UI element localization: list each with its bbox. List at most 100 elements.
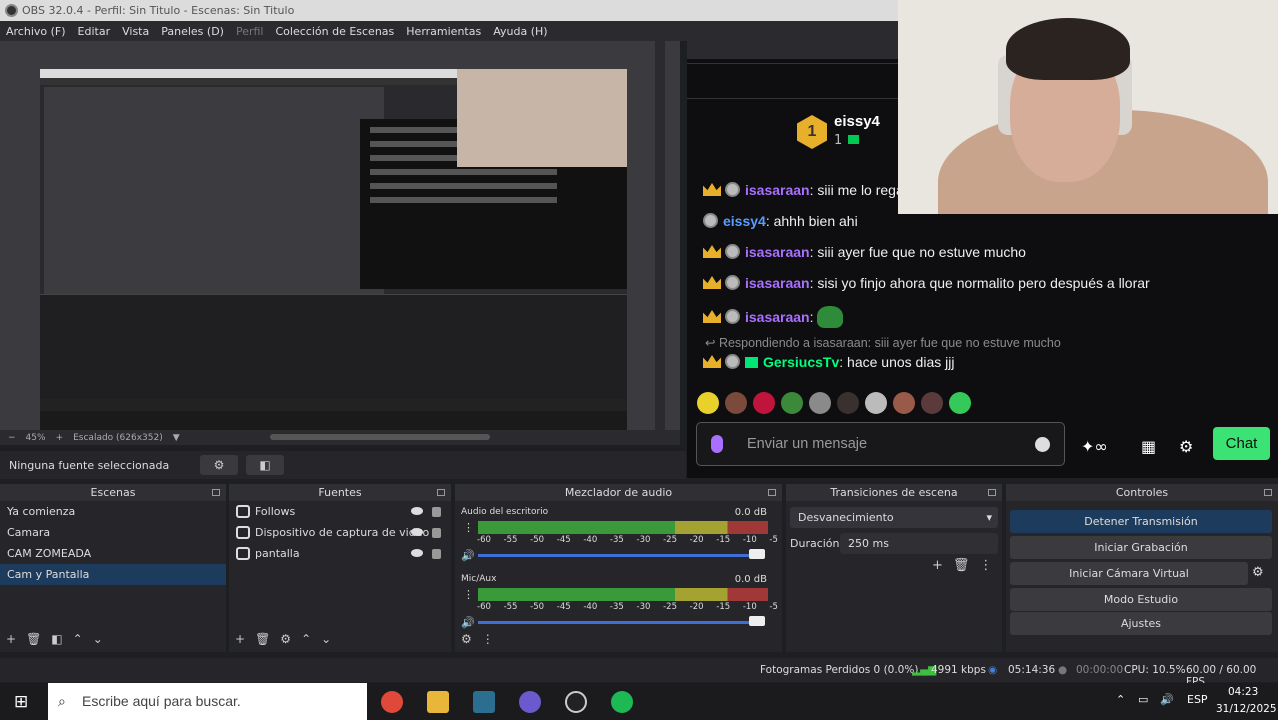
dock-popout-icon[interactable]: [212, 489, 220, 496]
advanced-audio-gear-icon[interactable]: ⚙: [461, 632, 472, 646]
emote-icon[interactable]: [725, 392, 747, 414]
source-item[interactable]: Dispositivo de captura de video: [229, 522, 451, 543]
chat-message[interactable]: isasaraan: siii me lo rega: [703, 182, 904, 198]
tray-chevron-icon[interactable]: ⌃: [1116, 693, 1125, 706]
source-filters-icon[interactable]: ◧: [246, 455, 284, 475]
move-up-icon[interactable]: ⌃: [73, 632, 83, 646]
menu-paneles[interactable]: Paneles (D): [161, 25, 224, 38]
transition-menu-icon[interactable]: ⋮: [979, 558, 992, 573]
reply-context[interactable]: ↩ Respondiendo a isasaraan: siii ayer fu…: [705, 335, 1061, 350]
network-icon[interactable]: ▭: [1138, 693, 1148, 706]
emoji-picker-icon[interactable]: [1035, 437, 1050, 452]
move-down-icon[interactable]: ⌄: [93, 632, 103, 646]
visibility-eye-icon[interactable]: [411, 549, 423, 557]
emote-icon[interactable]: [809, 392, 831, 414]
speaker-icon[interactable]: 🔊: [461, 549, 475, 562]
scene-item[interactable]: Camara: [0, 522, 226, 543]
add-source-icon[interactable]: +: [235, 632, 245, 646]
visibility-eye-icon[interactable]: [411, 507, 423, 515]
source-item[interactable]: Follows: [229, 501, 451, 522]
dock-popout-icon[interactable]: [437, 489, 445, 496]
scene-item[interactable]: Ya comienza: [0, 501, 226, 522]
chat-message[interactable]: GersiucsTv: hace unos dias jjj: [703, 354, 954, 370]
chat-settings-gear-icon[interactable]: ⚙: [1179, 437, 1193, 456]
scale-dropdown-icon[interactable]: ▼: [173, 433, 180, 443]
virtual-camera-gear-icon[interactable]: ⚙: [1252, 565, 1264, 580]
bits-icon[interactable]: ✦∞: [1081, 437, 1108, 456]
track-menu-icon[interactable]: ⋮: [463, 521, 474, 534]
volume-icon[interactable]: 🔊: [1160, 693, 1174, 706]
mixer-menu-icon[interactable]: ⋮: [482, 632, 494, 646]
add-scene-icon[interactable]: +: [6, 632, 16, 646]
emote-icon[interactable]: [865, 392, 887, 414]
chat-message[interactable]: eissy4: ahhh bien ahi: [703, 213, 858, 229]
transition-select[interactable]: Desvanecimiento ▾: [790, 507, 998, 528]
chat-send-button[interactable]: Chat: [1213, 427, 1270, 460]
scene-item[interactable]: CAM ZOMEADA: [0, 543, 226, 564]
start-recording-button[interactable]: Iniciar Grabación: [1010, 536, 1272, 559]
volume-slider[interactable]: [478, 554, 762, 557]
remove-scene-icon[interactable]: 🗑: [26, 632, 41, 646]
menu-herramientas[interactable]: Herramientas: [406, 25, 481, 38]
menu-editar[interactable]: Editar: [78, 25, 111, 38]
remove-transition-icon[interactable]: 🗑: [953, 558, 970, 573]
source-properties-gear-icon[interactable]: ⚙: [200, 455, 238, 475]
windows-start-icon[interactable]: ⊞: [14, 692, 28, 712]
spotify-icon[interactable]: [611, 691, 633, 713]
clock-time[interactable]: 04:23: [1228, 686, 1258, 698]
zoom-out-button[interactable]: −: [8, 433, 16, 443]
stop-streaming-button[interactable]: Detener Transmisión: [1010, 510, 1272, 533]
source-settings-gear-icon[interactable]: ⚙: [280, 632, 291, 646]
scene-item-selected[interactable]: Cam y Pantalla: [0, 564, 226, 585]
emote-icon[interactable]: [921, 392, 943, 414]
chat-message[interactable]: isasaraan:: [703, 306, 844, 328]
chrome-icon[interactable]: [381, 691, 403, 713]
chat-message[interactable]: isasaraan: siii ayer fue que no estuve m…: [703, 244, 1026, 260]
preview-area[interactable]: [0, 41, 680, 440]
studio-mode-button[interactable]: Modo Estudio: [1010, 588, 1272, 611]
language-indicator[interactable]: ESP: [1187, 693, 1208, 706]
move-down-icon[interactable]: ⌄: [321, 632, 331, 646]
zoom-in-button[interactable]: +: [56, 433, 64, 443]
scene-filters-icon[interactable]: ◧: [51, 632, 62, 646]
emote-icon[interactable]: [893, 392, 915, 414]
taskbar-search[interactable]: ⌕ Escribe aquí para buscar.: [48, 683, 367, 720]
remove-source-icon[interactable]: 🗑: [255, 632, 270, 646]
volume-slider-handle[interactable]: [749, 549, 765, 559]
preview-canvas[interactable]: [40, 69, 627, 440]
duration-input[interactable]: 250 ms: [840, 533, 998, 554]
app-icon[interactable]: [473, 691, 495, 713]
volume-slider[interactable]: [478, 621, 762, 624]
emote-icon[interactable]: [697, 392, 719, 414]
settings-button[interactable]: Ajustes: [1010, 612, 1272, 635]
discord-icon[interactable]: [519, 691, 541, 713]
lock-icon[interactable]: [432, 549, 441, 559]
menu-archivo[interactable]: Archivo (F): [6, 25, 66, 38]
visibility-eye-icon[interactable]: [411, 528, 423, 536]
mic-icon[interactable]: [711, 435, 723, 453]
top-gifter-name[interactable]: eissy4: [834, 113, 880, 130]
menu-ayuda[interactable]: Ayuda (H): [493, 25, 547, 38]
emote-icon[interactable]: [781, 392, 803, 414]
track-menu-icon[interactable]: ⋮: [463, 588, 474, 601]
menu-coleccion-escenas[interactable]: Colección de Escenas: [276, 25, 395, 38]
chat-input[interactable]: Enviar un mensaje: [696, 422, 1065, 466]
chat-message[interactable]: isasaraan: sisi yo finjo ahora que norma…: [703, 275, 1150, 291]
dock-popout-icon[interactable]: [988, 489, 996, 496]
move-up-icon[interactable]: ⌃: [301, 632, 311, 646]
emote-icon[interactable]: [949, 392, 971, 414]
file-explorer-icon[interactable]: [427, 691, 449, 713]
emote-icon[interactable]: [837, 392, 859, 414]
lock-icon[interactable]: [432, 507, 441, 517]
store-icon[interactable]: ▦: [1141, 437, 1156, 456]
volume-slider-handle[interactable]: [749, 616, 765, 626]
dock-popout-icon[interactable]: [1264, 489, 1272, 496]
speaker-icon[interactable]: 🔊: [461, 616, 475, 629]
source-item[interactable]: pantalla: [229, 543, 451, 564]
menu-vista[interactable]: Vista: [122, 25, 149, 38]
clock-date[interactable]: 31/12/2025: [1216, 703, 1277, 715]
add-transition-icon[interactable]: +: [932, 558, 943, 573]
preview-hscrollbar[interactable]: [270, 434, 490, 440]
emote-icon[interactable]: [753, 392, 775, 414]
obs-icon[interactable]: [565, 691, 587, 713]
